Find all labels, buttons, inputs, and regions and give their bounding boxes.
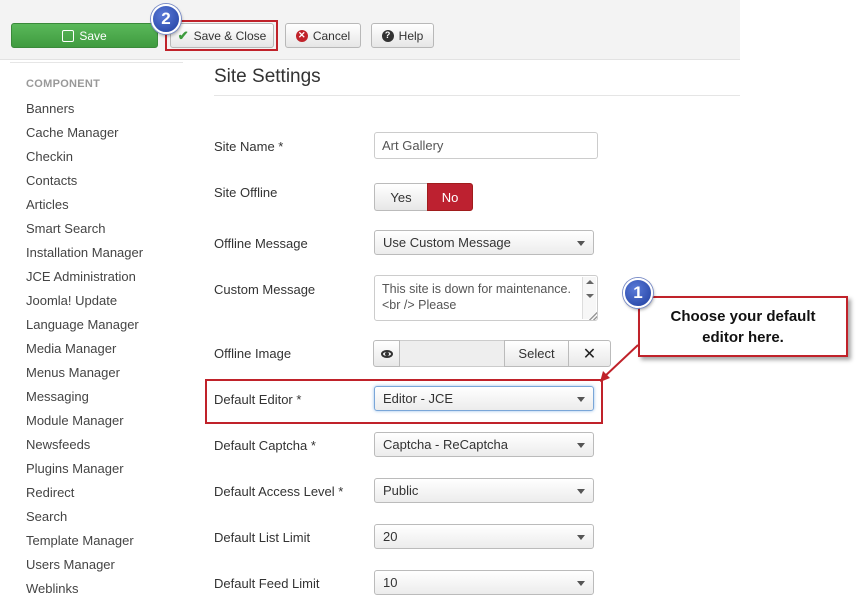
- offline-image-label: Offline Image: [214, 346, 292, 361]
- callout-box: Choose your default editor here.: [638, 296, 848, 357]
- sidebar-item-messaging[interactable]: Messaging: [26, 389, 89, 404]
- sidebar-item-media-manager[interactable]: Media Manager: [26, 341, 116, 356]
- sidebar-heading: COMPONENT: [26, 78, 101, 90]
- default-feed-limit-label: Default Feed Limit: [214, 576, 320, 591]
- sidebar-item-plugins-manager[interactable]: Plugins Manager: [26, 461, 124, 476]
- default-captcha-select[interactable]: Captcha - ReCaptcha: [374, 432, 594, 457]
- toolbar: Save ✔ Save & Close ✕ Cancel ? Help: [0, 0, 740, 60]
- help-button-label: Help: [398, 28, 424, 43]
- offline-image-path-field[interactable]: [400, 340, 504, 367]
- sidebar-item-contacts[interactable]: Contacts: [26, 173, 77, 188]
- default-list-limit-label: Default List Limit: [214, 530, 311, 545]
- default-editor-highlight-box: [205, 379, 603, 424]
- default-access-level-select[interactable]: Public: [374, 478, 594, 503]
- sidebar-item-weblinks[interactable]: Weblinks: [26, 581, 79, 596]
- save-button[interactable]: Save: [11, 23, 158, 48]
- offline-image-select-button[interactable]: Select: [504, 340, 569, 367]
- page-title: Site Settings: [214, 66, 321, 87]
- default-feed-limit-select[interactable]: 10: [374, 570, 594, 595]
- offline-message-select[interactable]: Use Custom Message: [374, 230, 594, 255]
- question-icon: ?: [381, 29, 394, 42]
- cancel-icon: ✕: [295, 29, 308, 42]
- cancel-button-label: Cancel: [312, 28, 351, 43]
- custom-message-label: Custom Message: [214, 282, 316, 297]
- sidebar-item-search[interactable]: Search: [26, 509, 67, 524]
- sidebar-item-checkin[interactable]: Checkin: [26, 149, 73, 164]
- default-access-level-value: Public: [383, 483, 419, 498]
- sidebar-item-installation-manager[interactable]: Installation Manager: [26, 245, 143, 260]
- default-captcha-value: Captcha - ReCaptcha: [383, 437, 509, 452]
- save-close-highlight-box: [165, 20, 278, 51]
- help-button[interactable]: ? Help: [371, 23, 434, 48]
- resize-grip-icon[interactable]: [589, 312, 597, 320]
- offline-message-label: Offline Message: [214, 236, 308, 251]
- sidebar-item-template-manager[interactable]: Template Manager: [26, 533, 134, 548]
- chevron-down-icon: [577, 581, 585, 586]
- site-name-value: Art Gallery: [382, 138, 444, 153]
- scroll-up-icon: [586, 280, 594, 284]
- sidebar-item-language-manager[interactable]: Language Manager: [26, 317, 139, 332]
- site-offline-yes-button[interactable]: Yes: [374, 183, 427, 211]
- eye-icon: [380, 349, 393, 358]
- sidebar-item-menus-manager[interactable]: Menus Manager: [26, 365, 120, 380]
- chevron-down-icon: [577, 535, 585, 540]
- preview-button[interactable]: [373, 340, 400, 367]
- default-list-limit-select[interactable]: 20: [374, 524, 594, 549]
- save-button-label: Save: [79, 28, 107, 43]
- sidebar-item-articles[interactable]: Articles: [26, 197, 69, 212]
- custom-message-textarea[interactable]: This site is down for maintenance.<br />…: [374, 275, 598, 321]
- default-feed-limit-value: 10: [383, 575, 398, 590]
- sidebar-item-cache-manager[interactable]: Cache Manager: [26, 125, 119, 140]
- sidebar-item-redirect[interactable]: Redirect: [26, 485, 74, 500]
- sidebar-item-joomla-update[interactable]: Joomla! Update: [26, 293, 117, 308]
- step-1-badge: 1: [623, 278, 653, 308]
- sidebar-item-jce-administration[interactable]: JCE Administration: [26, 269, 136, 284]
- title-divider: [214, 95, 740, 96]
- sidebar-divider: [10, 62, 183, 63]
- save-icon: [62, 29, 75, 42]
- sidebar-item-banners[interactable]: Banners: [26, 101, 74, 116]
- site-offline-no-button[interactable]: No: [427, 183, 473, 211]
- chevron-down-icon: [577, 489, 585, 494]
- sidebar-item-users-manager[interactable]: Users Manager: [26, 557, 115, 572]
- sidebar-item-smart-search[interactable]: Smart Search: [26, 221, 105, 236]
- custom-message-value: This site is down for maintenance.<br />…: [382, 282, 571, 312]
- chevron-down-icon: [577, 443, 585, 448]
- step-2-badge: 2: [151, 4, 181, 34]
- offline-message-value: Use Custom Message: [383, 235, 511, 250]
- default-access-level-label: Default Access Level *: [214, 484, 344, 499]
- scroll-down-icon: [586, 294, 594, 298]
- site-name-label: Site Name *: [214, 139, 284, 154]
- default-captcha-label: Default Captcha *: [214, 438, 316, 453]
- cancel-button[interactable]: ✕ Cancel: [285, 23, 361, 48]
- offline-image-media-field: Select ✕: [373, 340, 611, 367]
- sidebar-item-module-manager[interactable]: Module Manager: [26, 413, 124, 428]
- site-offline-toggle: Yes No: [374, 183, 473, 211]
- chevron-down-icon: [577, 241, 585, 246]
- site-name-input[interactable]: Art Gallery: [374, 132, 598, 159]
- callout-text: Choose your default editor here.: [670, 307, 816, 346]
- default-list-limit-value: 20: [383, 529, 398, 544]
- site-offline-label: Site Offline: [214, 185, 278, 200]
- sidebar-item-newsfeeds[interactable]: Newsfeeds: [26, 437, 90, 452]
